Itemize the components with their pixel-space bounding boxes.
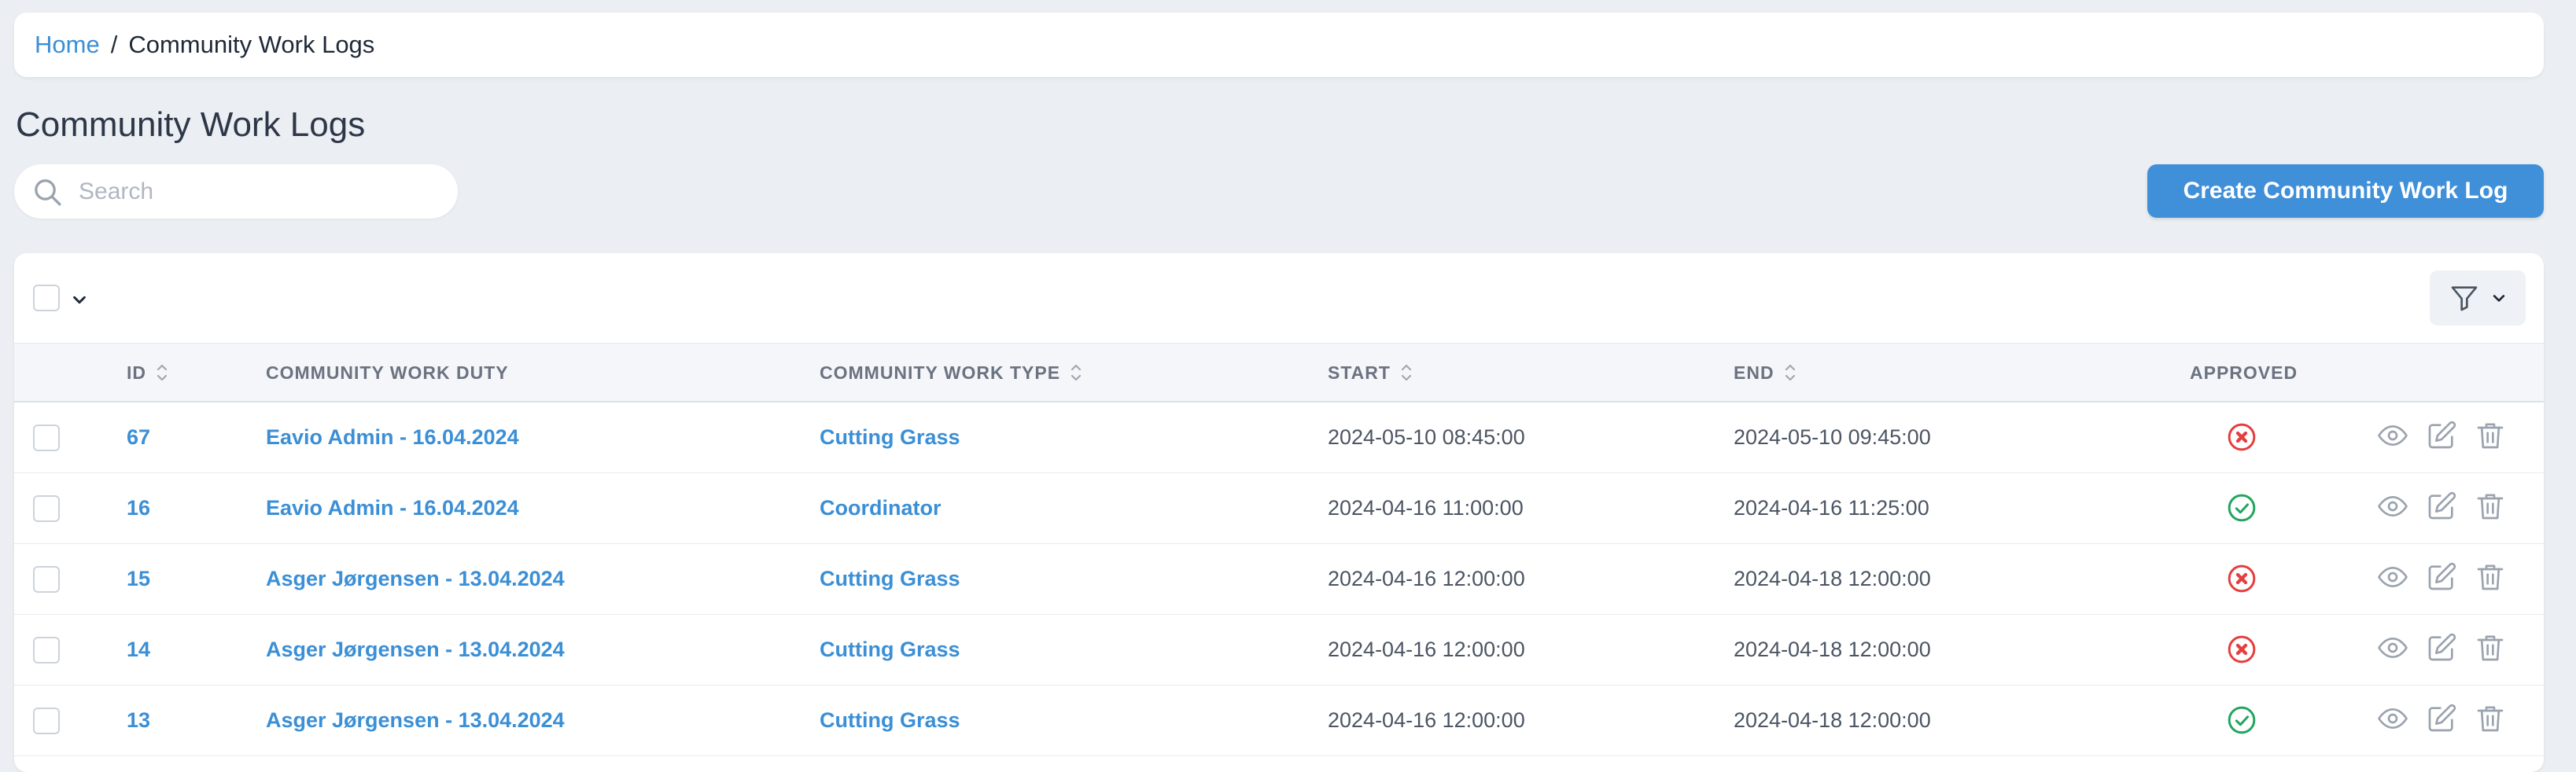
row-id-link[interactable]: 15 [127, 544, 150, 614]
edit-icon[interactable] [2426, 561, 2457, 597]
column-header-label: APPROVED [2190, 362, 2298, 383]
row-checkbox[interactable] [33, 566, 60, 593]
check-circle-icon [2226, 492, 2257, 528]
eye-icon[interactable] [2377, 632, 2408, 667]
row-end: 2024-05-10 09:45:00 [1734, 425, 1931, 449]
row-type-link[interactable]: Cutting Grass [820, 403, 960, 472]
row-end: 2024-04-18 12:00:00 [1734, 638, 1931, 661]
trash-icon[interactable] [2475, 632, 2506, 667]
x-circle-icon [2226, 563, 2257, 598]
row-id-link[interactable]: 13 [127, 686, 150, 755]
breadcrumb-separator: / [110, 31, 118, 58]
chevron-down-icon[interactable] [71, 291, 88, 308]
column-header-approved: APPROVED [2190, 344, 2298, 402]
row-id-link[interactable]: 16 [127, 473, 150, 543]
sort-icon[interactable] [156, 362, 168, 383]
edit-icon[interactable] [2426, 632, 2457, 667]
row-checkbox[interactable] [33, 637, 60, 664]
row-duty-link[interactable]: Asger Jørgensen - 13.04.2024 [266, 615, 565, 685]
row-id-link[interactable]: 67 [127, 403, 150, 472]
column-header-label: COMMUNITY WORK DUTY [266, 362, 509, 383]
edit-icon[interactable] [2426, 491, 2457, 526]
column-header-end[interactable]: END [1734, 344, 1797, 402]
filter-icon [2451, 286, 2478, 311]
eye-icon[interactable] [2377, 420, 2408, 455]
row-checkbox[interactable] [33, 708, 60, 734]
table-row: 14 Asger Jørgensen - 13.04.2024 Cutting Gr… [14, 615, 2544, 686]
table-header: ID COMMUNITY WORK DUTY COMMUNITY WORK TY… [14, 343, 2544, 403]
row-actions [2377, 686, 2506, 755]
column-header-label: END [1734, 362, 1774, 383]
x-circle-icon [2226, 421, 2257, 457]
sort-icon[interactable] [1070, 362, 1082, 383]
chevron-down-icon [2493, 295, 2505, 302]
search-icon [35, 178, 61, 205]
x-circle-icon [2226, 634, 2257, 669]
row-duty-link[interactable]: Asger Jørgensen - 13.04.2024 [266, 686, 565, 755]
row-duty-link[interactable]: Eavio Admin - 16.04.2024 [266, 403, 519, 472]
table-row: 15 Asger Jørgensen - 13.04.2024 Cutting Gr… [14, 544, 2544, 615]
trash-icon[interactable] [2475, 561, 2506, 597]
row-end: 2024-04-18 12:00:00 [1734, 708, 1931, 732]
trash-icon[interactable] [2475, 703, 2506, 738]
row-start: 2024-04-16 12:00:00 [1328, 638, 1525, 661]
sort-icon[interactable] [1400, 362, 1413, 383]
row-type-link[interactable]: Cutting Grass [820, 544, 960, 614]
row-end: 2024-04-18 12:00:00 [1734, 567, 1931, 590]
row-checkbox[interactable] [33, 495, 60, 522]
search-input[interactable] [77, 177, 426, 206]
trash-icon[interactable] [2475, 420, 2506, 455]
table-row: 13 Asger Jørgensen - 13.04.2024 Cutting Gr… [14, 686, 2544, 756]
breadcrumb-home-link[interactable]: Home [35, 31, 100, 59]
eye-icon[interactable] [2377, 703, 2408, 738]
page-title: Community Work Logs [16, 105, 366, 144]
row-end: 2024-04-16 11:25:00 [1734, 496, 1929, 520]
row-actions [2377, 615, 2506, 685]
eye-icon[interactable] [2377, 561, 2408, 597]
row-start: 2024-05-10 08:45:00 [1328, 425, 1525, 449]
breadcrumb: Home / Community Work Logs [14, 13, 2544, 77]
row-actions [2377, 473, 2506, 543]
column-header-start[interactable]: START [1328, 344, 1413, 402]
column-header-duty: COMMUNITY WORK DUTY [266, 344, 509, 402]
column-header-id[interactable]: ID [127, 344, 168, 402]
search-box [14, 164, 458, 219]
check-circle-icon [2226, 704, 2257, 740]
table-row: 67 Eavio Admin - 16.04.2024 Cutting Grass 2… [14, 403, 2544, 473]
row-type-link[interactable]: Cutting Grass [820, 686, 960, 755]
row-start: 2024-04-16 12:00:00 [1328, 567, 1525, 590]
row-start: 2024-04-16 12:00:00 [1328, 708, 1525, 732]
column-header-label: COMMUNITY WORK TYPE [820, 362, 1061, 383]
edit-icon[interactable] [2426, 420, 2457, 455]
sort-icon[interactable] [1784, 362, 1797, 383]
trash-icon[interactable] [2475, 491, 2506, 526]
table-row: 16 Eavio Admin - 16.04.2024 Coordinator 202… [14, 473, 2544, 544]
row-type-link[interactable]: Cutting Grass [820, 615, 960, 685]
row-duty-link[interactable]: Asger Jørgensen - 13.04.2024 [266, 544, 565, 614]
row-checkbox[interactable] [33, 425, 60, 451]
column-header-type[interactable]: COMMUNITY WORK TYPE [820, 344, 1082, 402]
filter-button[interactable] [2430, 270, 2526, 325]
column-header-label: START [1328, 362, 1391, 383]
select-all-checkbox[interactable] [33, 285, 60, 311]
row-actions [2377, 403, 2506, 472]
column-header-label: ID [127, 362, 146, 383]
row-duty-link[interactable]: Eavio Admin - 16.04.2024 [266, 473, 519, 543]
eye-icon[interactable] [2377, 491, 2408, 526]
row-id-link[interactable]: 14 [127, 615, 150, 685]
row-start: 2024-04-16 11:00:00 [1328, 496, 1524, 520]
row-type-link[interactable]: Coordinator [820, 473, 942, 543]
table-card: ID COMMUNITY WORK DUTY COMMUNITY WORK TY… [14, 253, 2544, 772]
create-community-work-log-button[interactable]: Create Community Work Log [2147, 164, 2544, 218]
edit-icon[interactable] [2426, 703, 2457, 738]
row-actions [2377, 544, 2506, 614]
table-toolbar [14, 253, 2544, 343]
breadcrumb-current: Community Work Logs [128, 31, 375, 58]
